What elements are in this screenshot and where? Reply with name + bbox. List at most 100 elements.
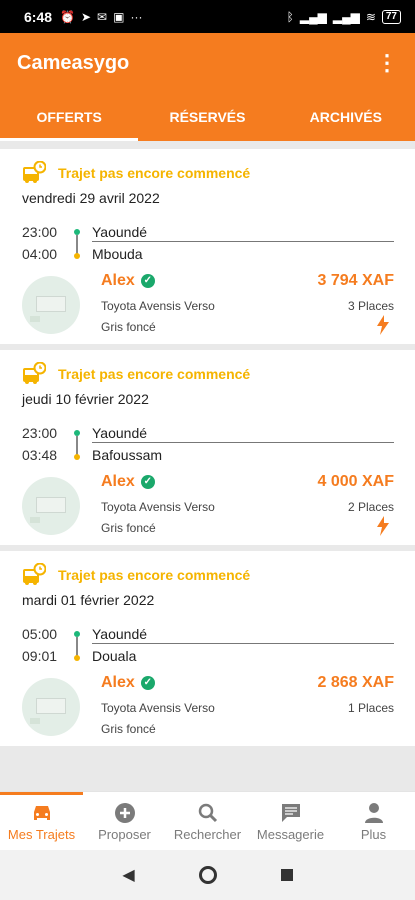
wifi-icon: ≋ xyxy=(365,9,376,24)
telegram-icon: ➤ xyxy=(80,9,92,24)
trip-card[interactable]: Trajet pas encore commencé jeudi 10 févr… xyxy=(0,350,415,545)
system-navigation-bar: ◀ xyxy=(0,850,415,900)
car-model: Toyota Avensis Verso xyxy=(101,701,215,715)
search-icon xyxy=(198,803,217,822)
bluetooth-icon: ᛒ xyxy=(286,9,294,24)
nav-plus[interactable]: Plus xyxy=(332,792,415,850)
trip-status: Trajet pas encore commencé xyxy=(22,161,250,185)
trip-places: 2 Places xyxy=(347,500,394,514)
recent-apps-icon[interactable] xyxy=(280,869,293,881)
notification-icons: ⏰ ➤ ✉ ▣ ··· xyxy=(60,10,142,24)
signal-icon: ▂▄▆ xyxy=(299,9,327,24)
arrival-time: 03:48 xyxy=(22,447,58,463)
nav-mes-trajets[interactable]: Mes Trajets xyxy=(0,792,83,850)
divider xyxy=(92,643,394,644)
trip-times: 23:00 03:48 xyxy=(22,422,57,466)
tab-archives[interactable]: ARCHIVÉS xyxy=(277,93,415,141)
system-icons: ᛒ ▂▄▆ ▂▄▆ ≋ 77 xyxy=(286,9,401,24)
tab-bar: OFFERTS RÉSERVÉS ARCHIVÉS xyxy=(0,93,415,141)
more-notifications-icon: ··· xyxy=(130,9,143,24)
verified-check-icon: ✓ xyxy=(140,475,155,489)
person-icon xyxy=(364,802,383,823)
verified-check-icon: ✓ xyxy=(140,676,155,690)
signal-2-icon: ▂▄▆ xyxy=(332,9,360,24)
trip-status-label: Trajet pas encore commencé xyxy=(58,165,251,181)
departure-time: 23:00 xyxy=(22,224,58,240)
clock: 6:48 xyxy=(24,8,53,25)
status-bar: 6:48 ⏰ ➤ ✉ ▣ ··· ᛒ ▂▄▆ ▂▄▆ ≋ 77 xyxy=(0,0,415,33)
tab-offerts[interactable]: OFFERTS xyxy=(0,93,139,141)
trip-status-label: Trajet pas encore commencé xyxy=(58,567,251,583)
trip-price: 2 868 XAF xyxy=(317,674,394,691)
trip-places: 1 Places xyxy=(347,701,394,715)
departure-time: 05:00 xyxy=(22,626,58,642)
car-model: Toyota Avensis Verso xyxy=(101,299,215,313)
driver-name: Alex xyxy=(101,674,135,691)
bus-clock-icon xyxy=(23,161,46,183)
trip-cities: Yaoundé Bafoussam xyxy=(92,422,162,466)
nav-label: Mes Trajets xyxy=(7,826,76,842)
trip-card[interactable]: Trajet pas encore commencé vendredi 29 a… xyxy=(0,149,415,344)
app-title: Cameasygo xyxy=(17,51,130,74)
overflow-menu-icon[interactable]: ⋮ xyxy=(376,50,398,76)
chat-icon xyxy=(281,803,300,822)
battery-icon: 77 xyxy=(381,9,401,24)
nav-label: Messagerie xyxy=(256,826,325,842)
lightning-icon xyxy=(377,516,389,536)
driver: Alex ✓ xyxy=(101,674,155,692)
trip-date: mardi 01 février 2022 xyxy=(22,592,155,608)
nav-proposer[interactable]: Proposer xyxy=(83,792,166,850)
divider xyxy=(92,442,394,443)
back-icon[interactable]: ◀ xyxy=(122,865,134,885)
map-thumbnail xyxy=(22,477,80,535)
map-thumbnail xyxy=(22,678,80,736)
bus-clock-icon xyxy=(23,362,46,384)
route-line-icon xyxy=(72,229,82,263)
trip-price: 4 000 XAF xyxy=(317,473,394,490)
departure-time: 23:00 xyxy=(22,425,58,441)
nav-label: Rechercher xyxy=(173,826,242,842)
trip-times: 23:00 04:00 xyxy=(22,221,57,265)
route-line-icon xyxy=(72,430,82,464)
arrival-time: 04:00 xyxy=(22,246,58,262)
trip-list: Trajet pas encore commencé vendredi 29 a… xyxy=(0,141,415,791)
app-bar: Cameasygo ⋮ xyxy=(0,33,415,93)
car-color: Gris foncé xyxy=(101,521,156,535)
lightning-icon xyxy=(377,315,389,335)
arrival-city: Bafoussam xyxy=(92,447,163,463)
trip-cities: Yaoundé Douala xyxy=(92,623,147,667)
arrival-city: Douala xyxy=(92,648,137,664)
nav-label: Plus xyxy=(360,826,387,842)
arrival-time: 09:01 xyxy=(22,648,58,664)
verified-check-icon: ✓ xyxy=(140,274,155,288)
alarm-icon: ⏰ xyxy=(60,9,75,24)
driver: Alex ✓ xyxy=(101,272,155,290)
departure-city: Yaoundé xyxy=(92,626,148,642)
trip-card[interactable]: Trajet pas encore commencé mardi 01 févr… xyxy=(0,551,415,746)
car-color: Gris foncé xyxy=(101,722,156,736)
bottom-navigation: Mes Trajets Proposer Rechercher Messager… xyxy=(0,791,415,850)
trip-price: 3 794 XAF xyxy=(317,272,394,289)
trip-status: Trajet pas encore commencé xyxy=(22,362,250,386)
trip-times: 05:00 09:01 xyxy=(22,623,57,667)
driver-name: Alex xyxy=(101,272,135,289)
car-color: Gris foncé xyxy=(101,320,156,334)
bus-clock-icon xyxy=(23,563,46,585)
nav-label: Proposer xyxy=(98,826,151,842)
nav-messagerie[interactable]: Messagerie xyxy=(249,792,332,850)
departure-city: Yaoundé xyxy=(92,425,148,441)
car-icon xyxy=(33,805,50,820)
tab-reserves[interactable]: RÉSERVÉS xyxy=(138,93,276,141)
mail-icon: ✉ xyxy=(97,9,108,24)
car-model: Toyota Avensis Verso xyxy=(101,500,215,514)
trip-cities: Yaoundé Mbouda xyxy=(92,221,147,265)
nav-rechercher[interactable]: Rechercher xyxy=(166,792,249,850)
home-icon[interactable] xyxy=(198,866,217,884)
driver-name: Alex xyxy=(101,473,135,490)
plus-circle-icon xyxy=(114,802,135,823)
departure-city: Yaoundé xyxy=(92,224,148,240)
map-thumbnail xyxy=(22,276,80,334)
trip-places: 3 Places xyxy=(347,299,394,313)
trip-status-label: Trajet pas encore commencé xyxy=(58,366,251,382)
driver: Alex ✓ xyxy=(101,473,155,491)
